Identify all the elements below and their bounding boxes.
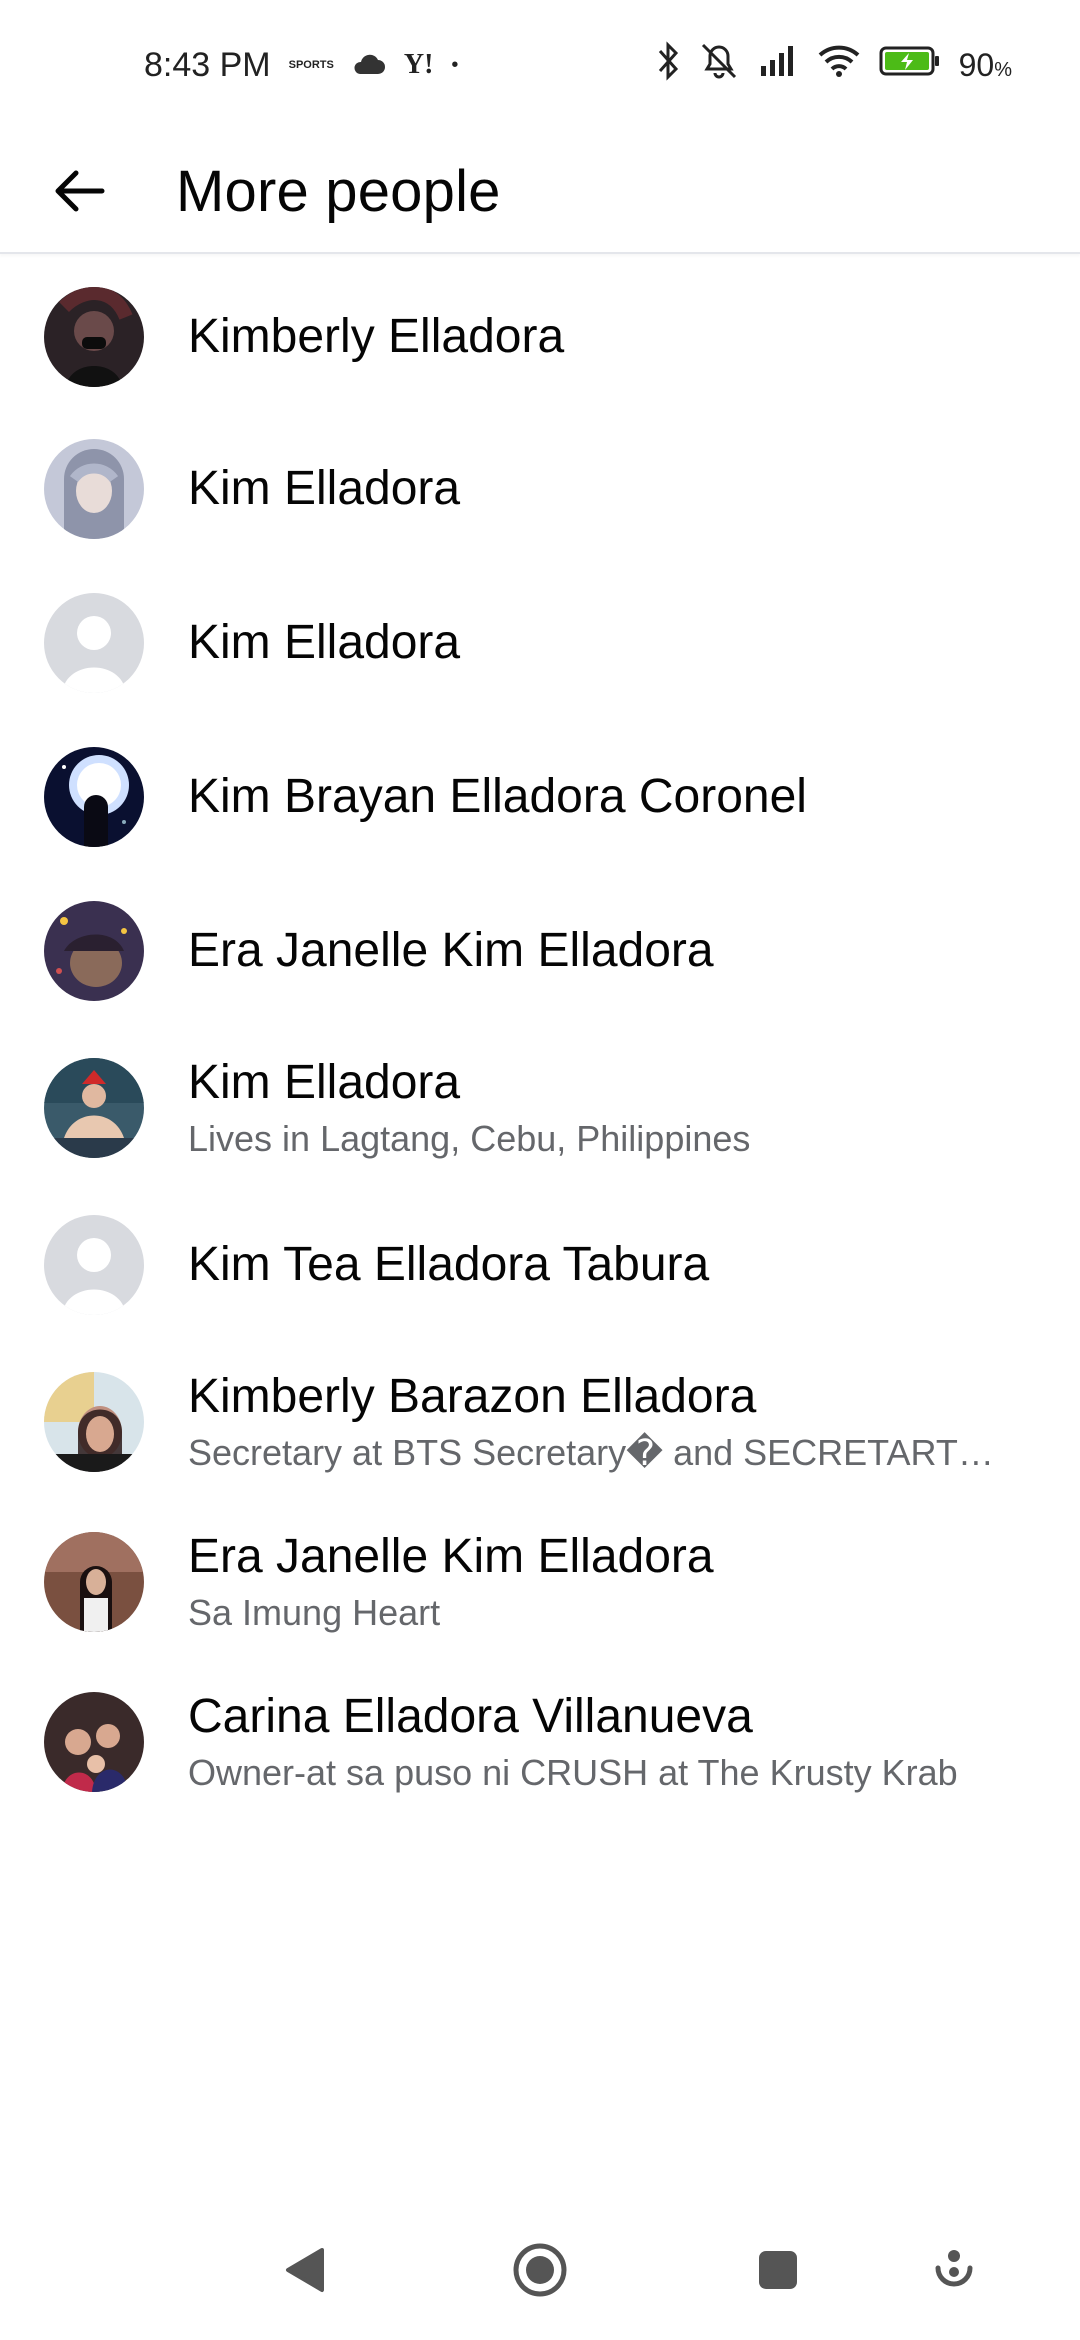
person-text: Kimberly Barazon Elladora Secretary at B… — [188, 1368, 994, 1476]
wifi-icon — [817, 44, 861, 87]
person-name: Era Janelle Kim Elladora — [188, 924, 714, 977]
person-text: Kim Elladora Lives in Lagtang, Cebu, Phi… — [188, 1054, 750, 1162]
person-row[interactable]: Kimberly Elladora — [0, 260, 1080, 414]
status-bar-left: 8:43 PM SPORTS Y! • — [144, 46, 458, 85]
person-name: Kim Elladora — [188, 1056, 461, 1109]
mute-icon — [697, 41, 741, 90]
battery-percent: 90% — [958, 46, 1012, 83]
nav-assistant-button[interactable] — [922, 2238, 986, 2302]
cloud-icon — [352, 46, 386, 85]
person-row[interactable]: Kim Elladora Lives in Lagtang, Cebu, Phi… — [0, 1028, 1080, 1188]
person-row[interactable]: Era Janelle Kim Elladora — [0, 874, 1080, 1028]
person-name: Era Janelle Kim Elladora — [188, 1530, 714, 1583]
system-nav-bar — [0, 2200, 1080, 2340]
notification-dot: • — [451, 53, 459, 76]
person-name: Kim Elladora — [188, 616, 461, 669]
person-row[interactable]: Kimberly Barazon Elladora Secretary at B… — [0, 1342, 1080, 1502]
avatar[interactable] — [44, 1372, 144, 1472]
person-row[interactable]: Kim Elladora — [0, 412, 1080, 566]
back-button[interactable] — [38, 151, 118, 231]
person-text: Kim Elladora — [188, 460, 460, 518]
avatar[interactable] — [44, 1532, 144, 1632]
default-avatar[interactable] — [44, 1215, 144, 1315]
arrow-left-icon — [55, 170, 105, 212]
avatar[interactable] — [44, 1058, 144, 1158]
recents-square-icon — [759, 2251, 797, 2289]
yahoo-notification-icon: Y! — [403, 49, 434, 80]
avatar[interactable] — [44, 747, 144, 847]
avatar[interactable] — [44, 439, 144, 539]
person-text: Carina Elladora Villanueva Owner-at sa p… — [188, 1688, 958, 1796]
person-name: Kimberly Barazon Elladora — [188, 1370, 757, 1423]
people-list: Kimberly Elladora Kim Elladora Kim Ellad… — [0, 260, 1080, 1822]
app-bar: More people — [0, 130, 1080, 254]
person-text: Kim Brayan Elladora Coronel — [188, 768, 807, 826]
back-triangle-icon — [286, 2248, 324, 2292]
avatar[interactable] — [44, 287, 144, 387]
person-text: Kim Elladora — [188, 614, 460, 672]
nav-home-button[interactable] — [508, 2238, 572, 2302]
person-subtitle: Lives in Lagtang, Cebu, Philippines — [188, 1118, 751, 1159]
bluetooth-icon — [657, 40, 679, 90]
person-subtitle: Secretary at BTS Secretary� and SECRETAR… — [188, 1432, 994, 1473]
nav-recents-button[interactable] — [746, 2238, 810, 2302]
status-time: 8:43 PM — [144, 45, 271, 84]
person-row[interactable]: Era Janelle Kim Elladora Sa Imung Heart — [0, 1502, 1080, 1662]
person-row[interactable]: Kim Tea Elladora Tabura — [0, 1188, 1080, 1342]
person-text: Kim Tea Elladora Tabura — [188, 1236, 709, 1294]
person-row[interactable]: Kim Elladora — [0, 566, 1080, 720]
person-name: Kim Tea Elladora Tabura — [188, 1238, 710, 1291]
person-text: Kimberly Elladora — [188, 308, 564, 366]
sports-notification-icon: SPORTS — [288, 58, 334, 71]
status-bar-right: 90% — [657, 40, 1012, 90]
person-subtitle: Sa Imung Heart — [188, 1592, 441, 1633]
person-name: Kimberly Elladora — [188, 310, 565, 363]
nav-back-button[interactable] — [272, 2238, 336, 2302]
person-row[interactable]: Kim Brayan Elladora Coronel — [0, 720, 1080, 874]
status-bar: 8:43 PM SPORTS Y! • 90% — [0, 0, 1080, 130]
person-text: Era Janelle Kim Elladora — [188, 922, 714, 980]
assistant-icon — [935, 2250, 973, 2287]
person-name: Kim Elladora — [188, 462, 461, 515]
person-subtitle: Owner-at sa puso ni CRUSH at The Krusty … — [188, 1752, 958, 1793]
signal-icon — [759, 44, 799, 87]
person-row[interactable]: Carina Elladora Villanueva Owner-at sa p… — [0, 1662, 1080, 1822]
person-name: Carina Elladora Villanueva — [188, 1690, 753, 1743]
battery-charging-icon — [879, 45, 941, 86]
avatar[interactable] — [44, 1692, 144, 1792]
page-title: More people — [176, 158, 501, 224]
avatar[interactable] — [44, 901, 144, 1001]
person-name: Kim Brayan Elladora Coronel — [188, 770, 807, 823]
person-text: Era Janelle Kim Elladora Sa Imung Heart — [188, 1528, 714, 1636]
default-avatar[interactable] — [44, 593, 144, 693]
home-circle-icon — [513, 2243, 567, 2297]
